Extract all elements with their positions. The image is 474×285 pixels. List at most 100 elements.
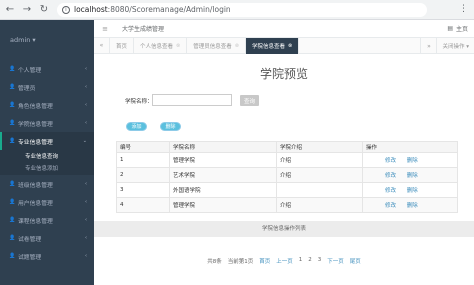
url-path: :8080/Scoremanage/Admin/login	[107, 5, 231, 14]
url-host: localhost	[74, 5, 108, 14]
user-icon: 👤	[9, 120, 16, 126]
sidebar-item-label: 个人管理	[18, 67, 42, 74]
forward-icon[interactable]: →	[20, 3, 34, 17]
cell-intro: 介绍	[276, 197, 363, 213]
add-button[interactable]: 添加	[126, 122, 147, 131]
system-title: 大学生成绩管理	[122, 26, 165, 33]
sidebar-item-role[interactable]: 👤 角色信息管理 ‹	[0, 96, 94, 114]
tabs-scroll-right-icon[interactable]: »	[420, 38, 436, 54]
browser-toolbar: ← → ↻ i localhost:8080/Scoremanage/Admin…	[0, 0, 474, 20]
cell-actions: 修改 删除	[362, 197, 458, 213]
home-link[interactable]: ▤ 主页	[447, 24, 468, 33]
reload-icon[interactable]: ↻	[37, 3, 51, 17]
college-name-input[interactable]	[152, 94, 232, 106]
pager-first[interactable]: 首页	[259, 257, 270, 265]
sidebar-user[interactable]: admin ▾	[0, 20, 94, 60]
sidebar-subitem-major-add[interactable]: 专业信息添加	[0, 161, 94, 175]
pager-page[interactable]: 1	[299, 257, 303, 265]
sidebar-subitem-major-query[interactable]: 专业信息查询	[0, 150, 94, 161]
tab-personal-info[interactable]: 个人信息查看 ⊗	[134, 37, 188, 54]
sidebar-item-admin[interactable]: 👤 管理员 ‹	[0, 78, 94, 96]
sidebar-item-question[interactable]: 👤 试题管理 ‹	[0, 247, 94, 265]
sidebar-item-label: 班级信息管理	[18, 182, 53, 189]
info-icon[interactable]: i	[62, 5, 70, 14]
sidebar-item-major[interactable]: 👤 专业信息管理 ⌄	[0, 132, 94, 150]
column-header: 学院介绍	[276, 141, 363, 153]
cell-actions: 修改 删除	[362, 167, 458, 183]
sidebar: admin ▾ 👤 个人管理 ‹ 👤 管理员 ‹ 👤 角色信息管理 ‹ 👤 学院…	[0, 20, 94, 285]
close-operations-dropdown[interactable]: 关闭操作 ▾	[436, 38, 474, 54]
edit-link[interactable]: 修改	[385, 188, 396, 194]
table-header-row: 编号 学院名称 学院介绍 操作	[116, 141, 458, 153]
close-icon[interactable]: ⊗	[235, 43, 239, 49]
user-icon: 👤	[9, 217, 16, 223]
user-icon: 👤	[9, 235, 16, 241]
tab-label: 管理员信息查看	[193, 43, 232, 50]
column-header: 学院名称	[169, 141, 277, 153]
sidebar-item-label: 管理员	[18, 85, 36, 92]
edit-link[interactable]: 修改	[385, 158, 396, 164]
more-vertical-icon[interactable]: ⋮	[459, 4, 468, 14]
pagination: 共8条 当前第1页 首页 上一页 1 2 3 下一页 尾页	[94, 257, 474, 265]
pager-prev[interactable]: 上一页	[276, 257, 293, 265]
tab-admin-info[interactable]: 管理员信息查看 ⊗	[187, 37, 246, 54]
sidebar-item-user[interactable]: 👤 用户信息管理 ‹	[0, 193, 94, 211]
pager-page[interactable]: 3	[318, 257, 322, 265]
search-button[interactable]: 查询	[240, 95, 259, 106]
main-content: 学院预览 学院名称： 查询 添加 删除 编号 学院名称 学院介绍 操作 1 管理…	[94, 54, 474, 285]
sidebar-item-personal[interactable]: 👤 个人管理 ‹	[0, 60, 94, 78]
sidebar-item-paper[interactable]: 👤 试卷管理 ‹	[0, 229, 94, 247]
tabs-scroll-left-icon[interactable]: «	[94, 37, 110, 54]
pager-last[interactable]: 尾页	[350, 257, 361, 265]
pager-page[interactable]: 2	[308, 257, 312, 265]
sidebar-item-label: 学院信息管理	[18, 121, 53, 128]
close-icon[interactable]: ⊗	[288, 43, 292, 49]
table-row: 3 外国语学院 修改 删除	[116, 182, 458, 198]
delete-link[interactable]: 删除	[407, 173, 418, 179]
user-icon: 👤	[9, 66, 16, 72]
tabs-bar: « 首页 个人信息查看 ⊗ 管理员信息查看 ⊗ 学院信息查看 ⊗ » 关闭操作 …	[94, 37, 474, 54]
user-icon: 👤	[9, 84, 16, 90]
chevron-left-icon: ‹	[85, 102, 87, 108]
chevron-left-icon: ‹	[85, 235, 87, 241]
delete-link[interactable]: 删除	[407, 203, 418, 209]
cell-id: 3	[116, 182, 170, 198]
cell-id: 4	[116, 197, 170, 213]
chevron-down-icon: ⌄	[82, 138, 87, 144]
edit-link[interactable]: 修改	[385, 203, 396, 209]
home-icon: ▤	[447, 25, 453, 32]
cell-intro: 介绍	[276, 152, 363, 168]
pager-next[interactable]: 下一页	[327, 257, 344, 265]
cell-name: 外国语学院	[169, 182, 277, 198]
sidebar-item-class[interactable]: 👤 班级信息管理 ‹	[0, 175, 94, 193]
menu-toggle-icon[interactable]: ≡	[94, 25, 116, 33]
chevron-left-icon: ‹	[85, 120, 87, 126]
tab-home[interactable]: 首页	[110, 37, 135, 54]
sidebar-item-college[interactable]: 👤 学院信息管理 ‹	[0, 114, 94, 132]
cell-intro: 介绍	[276, 167, 363, 183]
table-row: 4 管理学院 介绍 修改 删除	[116, 197, 458, 213]
cell-intro	[276, 182, 363, 198]
chevron-left-icon: ‹	[85, 199, 87, 205]
delete-link[interactable]: 删除	[407, 158, 418, 164]
chevron-left-icon: ‹	[85, 253, 87, 259]
tabs-right-controls: » 关闭操作 ▾	[420, 38, 474, 54]
tab-label: 首页	[116, 43, 128, 50]
tab-college-info[interactable]: 学院信息查看 ⊗	[245, 37, 300, 54]
back-icon[interactable]: ←	[3, 3, 17, 17]
top-header: ≡ 大学生成绩管理 ▤ 主页	[94, 20, 474, 38]
college-table: 编号 学院名称 学院介绍 操作 1 管理学院 介绍 修改 删除 2 艺术学院 介…	[116, 141, 458, 213]
sidebar-item-label: 专业信息管理	[18, 139, 53, 146]
delete-button[interactable]: 删除	[160, 122, 181, 131]
table-row: 2 艺术学院 介绍 修改 删除	[116, 167, 458, 183]
delete-link[interactable]: 删除	[407, 188, 418, 194]
sidebar-item-course[interactable]: 👤 课程信息管理 ‹	[0, 211, 94, 229]
close-icon[interactable]: ⊗	[176, 43, 180, 49]
chevron-left-icon: ‹	[85, 181, 87, 187]
chevron-left-icon: ‹	[85, 66, 87, 72]
chevron-left-icon: ‹	[85, 217, 87, 223]
edit-link[interactable]: 修改	[385, 173, 396, 179]
address-bar[interactable]: i localhost:8080/Scoremanage/Admin/login	[57, 2, 427, 17]
sidebar-item-label: 用户信息管理	[18, 200, 53, 207]
user-icon: 👤	[9, 253, 16, 259]
